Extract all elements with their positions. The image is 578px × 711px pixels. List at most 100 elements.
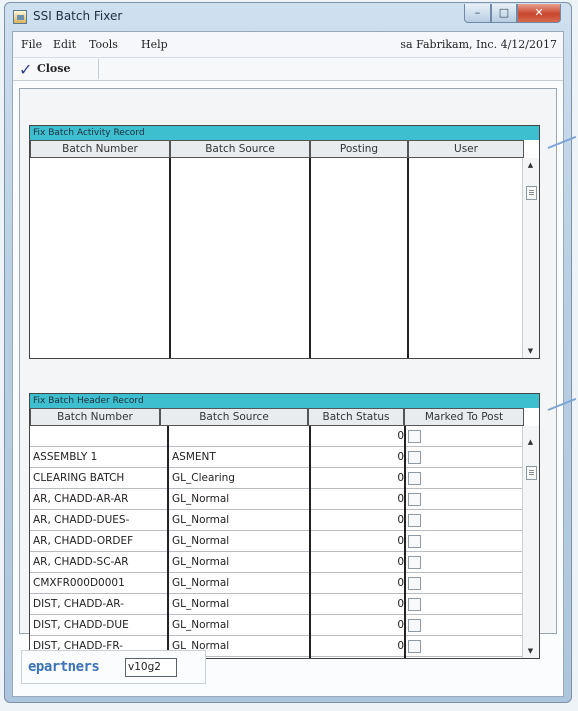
version-field: v10g2	[125, 658, 177, 677]
batch-source-cell[interactable]: GL_Normal	[172, 575, 306, 592]
col-batch-source[interactable]: Batch Source	[160, 408, 308, 426]
batch-activity-title: Fix Batch Activity Record	[30, 126, 539, 140]
batch-number-cell[interactable]: CLEARING BATCH	[33, 470, 165, 487]
batch-number-cell[interactable]: AR, CHADD-DUES-	[33, 512, 165, 529]
batch-number-cell[interactable]	[33, 428, 165, 445]
marked-to-post-checkbox[interactable]	[408, 619, 421, 632]
batch-status-cell[interactable]: 0	[312, 554, 407, 571]
batch-source-cell[interactable]: GL_Normal	[172, 554, 306, 571]
batch-source-cell[interactable]: ASMENT	[172, 449, 306, 466]
marked-to-post-checkbox[interactable]	[408, 451, 421, 464]
batch-status-cell[interactable]: 0	[312, 575, 407, 592]
column-divider	[169, 158, 171, 358]
company-date-info: sa Fabrikam, Inc. 4/12/2017	[400, 38, 557, 51]
title-bar[interactable]: SSI Batch Fixer – □ ✕	[5, 3, 571, 31]
table-row[interactable]: CLEARING BATCH GL_Clearing 0	[30, 468, 524, 489]
col-posting[interactable]: Posting	[310, 140, 408, 158]
batch-source-cell[interactable]: GL_Normal	[172, 617, 306, 634]
batch-header-section: Fix Batch Header Record Batch Number Bat…	[29, 393, 540, 659]
batch-activity-section: Fix Batch Activity Record Batch Number B…	[29, 125, 540, 359]
close-button-label: Close	[37, 62, 71, 75]
batch-header-title: Fix Batch Header Record	[30, 394, 539, 408]
table-row[interactable]: CMXFR000D0001 GL_Normal 0	[30, 573, 524, 594]
batch-status-cell[interactable]: 0	[312, 617, 407, 634]
scroll-thumb[interactable]	[526, 466, 537, 480]
marked-to-post-checkbox[interactable]	[408, 514, 421, 527]
form-area: Fix Batch Activity Record Batch Number B…	[19, 88, 557, 659]
batch-status-cell[interactable]: 0	[312, 491, 407, 508]
column-divider	[407, 158, 409, 358]
batch-status-cell[interactable]: 0	[312, 428, 407, 445]
table-row[interactable]: ASSEMBLY 1 ASMENT 0	[30, 447, 524, 468]
batch-number-cell[interactable]: AR, CHADD-AR-AR	[33, 491, 165, 508]
col-batch-source[interactable]: Batch Source	[170, 140, 310, 158]
marked-to-post-checkbox[interactable]	[408, 535, 421, 548]
col-batch-status[interactable]: Batch Status	[308, 408, 404, 426]
batch-number-cell[interactable]: CMXFR000D0001	[33, 575, 165, 592]
table-row[interactable]: AR, CHADD-DUES- GL_Normal 0	[30, 510, 524, 531]
scroll-down-arrow-icon[interactable]: ▼	[523, 347, 538, 355]
batch-source-cell[interactable]: GL_Clearing	[172, 470, 306, 487]
batch-source-cell[interactable]: GL_Normal	[172, 533, 306, 550]
menu-bar: File Edit Tools Help sa Fabrikam, Inc. 4…	[13, 32, 563, 58]
header-scrollbar[interactable]: ▲ ▼	[522, 426, 539, 658]
app-icon	[13, 10, 27, 24]
menu-tools[interactable]: Tools	[89, 38, 118, 51]
column-divider	[167, 426, 169, 658]
scroll-thumb[interactable]	[526, 186, 537, 200]
table-row[interactable]: DIST, CHADD-AR- GL_Normal 0	[30, 594, 524, 615]
batch-status-cell[interactable]: 0	[312, 512, 407, 529]
marked-to-post-checkbox[interactable]	[408, 493, 421, 506]
batch-source-cell[interactable]: GL_Normal	[172, 596, 306, 613]
footer-panel: epartners v10g2	[21, 650, 206, 684]
scroll-up-arrow-icon[interactable]: ▲	[523, 161, 538, 169]
table-row[interactable]: AR, CHADD-AR-AR GL_Normal 0	[30, 489, 524, 510]
minimize-button[interactable]: –	[464, 4, 491, 23]
batch-source-cell[interactable]: GL_Normal	[172, 512, 306, 529]
scroll-down-arrow-icon[interactable]: ▼	[523, 647, 538, 655]
table-row[interactable]: 0	[30, 426, 524, 447]
close-window-button[interactable]: ✕	[517, 4, 561, 23]
marked-to-post-checkbox[interactable]	[408, 430, 421, 443]
marked-to-post-checkbox[interactable]	[408, 577, 421, 590]
batch-number-cell[interactable]: DIST, CHADD-DUE	[33, 617, 165, 634]
batch-status-cell[interactable]: 0	[312, 533, 407, 550]
marked-to-post-checkbox[interactable]	[408, 472, 421, 485]
menu-help[interactable]: Help	[141, 38, 168, 51]
col-batch-number[interactable]: Batch Number	[30, 140, 170, 158]
batch-status-cell[interactable]: 0	[312, 638, 407, 655]
col-batch-number[interactable]: Batch Number	[30, 408, 160, 426]
batch-status-cell[interactable]: 0	[312, 596, 407, 613]
table-row[interactable]: DIST, CHADD-DUE GL_Normal 0	[30, 615, 524, 636]
checkmark-icon: ✓	[19, 60, 33, 79]
batch-status-cell[interactable]: 0	[312, 449, 407, 466]
epartners-logo: epartners	[28, 659, 100, 675]
column-divider	[404, 426, 406, 658]
maximize-button[interactable]: □	[491, 4, 517, 23]
col-user[interactable]: User	[408, 140, 524, 158]
window-title: SSI Batch Fixer	[33, 9, 123, 23]
column-divider	[309, 158, 311, 358]
column-divider	[309, 426, 311, 658]
batch-source-cell[interactable]	[172, 428, 306, 445]
table-row[interactable]: AR, CHADD-ORDEF GL_Normal 0	[30, 531, 524, 552]
batch-number-cell[interactable]: AR, CHADD-SC-AR	[33, 554, 165, 571]
batch-source-cell[interactable]: GL_Normal	[172, 491, 306, 508]
col-marked-to-post[interactable]: Marked To Post	[404, 408, 524, 426]
close-button[interactable]: ✓ Close	[17, 59, 99, 79]
batch-status-cell[interactable]: 0	[312, 470, 407, 487]
batch-number-cell[interactable]: DIST, CHADD-AR-	[33, 596, 165, 613]
activity-scrollbar[interactable]: ▲ ▼	[522, 158, 539, 358]
marked-to-post-checkbox[interactable]	[408, 556, 421, 569]
batch-number-cell[interactable]: AR, CHADD-ORDEF	[33, 533, 165, 550]
batch-number-cell[interactable]: ASSEMBLY 1	[33, 449, 165, 466]
app-window: SSI Batch Fixer – □ ✕ File Edit Tools He…	[4, 2, 572, 703]
scroll-up-arrow-icon[interactable]: ▲	[523, 438, 538, 446]
marked-to-post-checkbox[interactable]	[408, 598, 421, 611]
toolbar: ✓ Close	[13, 58, 563, 81]
menu-edit[interactable]: Edit	[53, 38, 76, 51]
menu-file[interactable]: File	[21, 38, 42, 51]
marked-to-post-checkbox[interactable]	[408, 640, 421, 653]
table-row[interactable]: AR, CHADD-SC-AR GL_Normal 0	[30, 552, 524, 573]
client-area: File Edit Tools Help sa Fabrikam, Inc. 4…	[12, 31, 564, 697]
